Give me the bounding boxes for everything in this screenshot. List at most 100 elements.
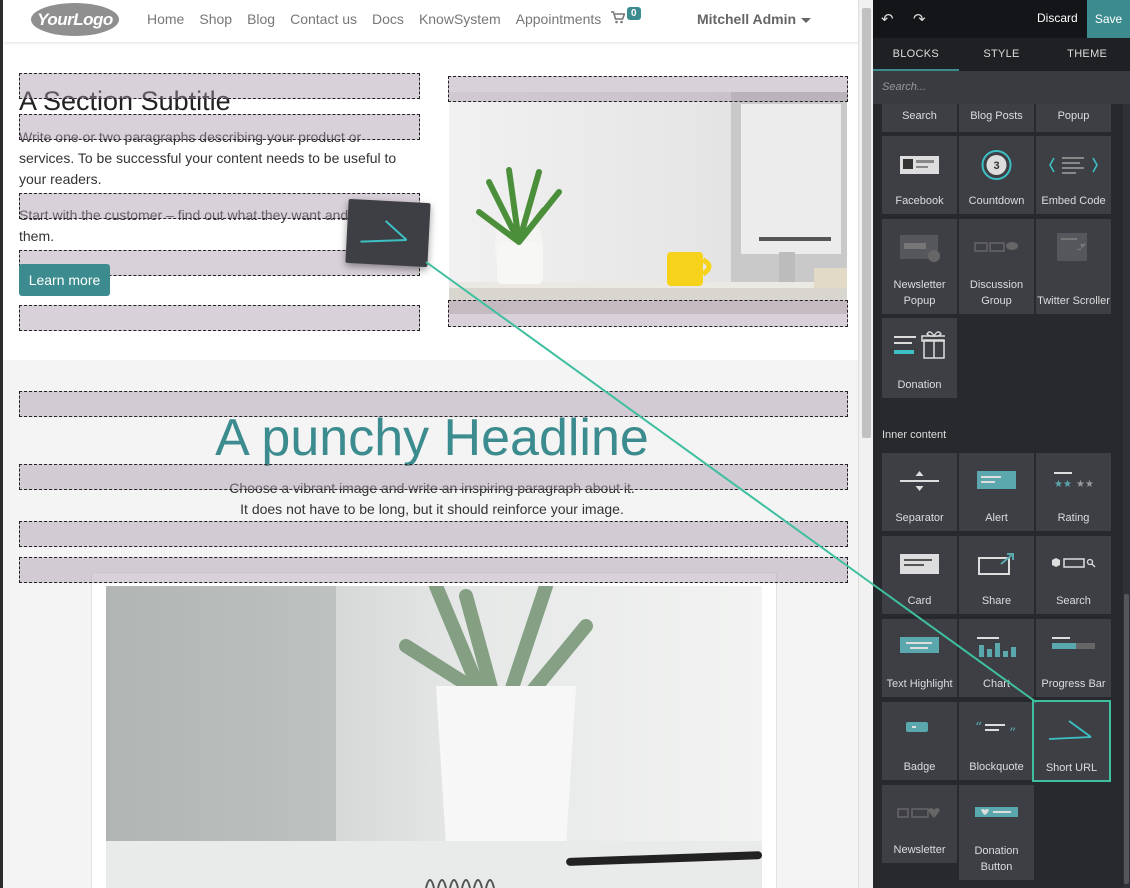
block-label: Search — [1056, 595, 1091, 607]
twitter-scroller-icon — [1057, 233, 1087, 261]
menu-contact-us[interactable]: Contact us — [290, 11, 357, 27]
cart-icon[interactable] — [611, 11, 626, 27]
block-discussion-group[interactable]: Discussion Group — [959, 219, 1034, 314]
block-label: Share — [981, 595, 1012, 607]
rating-icon: ★★ ★★ — [1054, 472, 1094, 490]
editor-tabs: BLOCKS STYLE THEME — [873, 38, 1130, 71]
editor-topbar: ↶ ↷ Discard Save — [873, 0, 1130, 38]
menu-blog[interactable]: Blog — [247, 11, 275, 27]
block-progress-bar[interactable]: Progress Bar — [1036, 619, 1111, 697]
scrollbar-thumb[interactable] — [862, 8, 871, 438]
blockquote-icon: “” — [975, 720, 1016, 742]
user-name: Mitchell Admin — [697, 11, 797, 27]
blocks-search-input[interactable]: Search... — [873, 71, 1130, 104]
panel-scrollbar[interactable] — [1123, 104, 1130, 888]
scrollbar-thumb[interactable] — [1124, 594, 1129, 884]
block-badge[interactable]: Badge — [882, 702, 957, 780]
discard-button[interactable]: Discard — [1037, 11, 1078, 25]
block-popup[interactable]: Popup — [1036, 104, 1111, 132]
block-label: Separator — [895, 512, 944, 524]
search-icon — [1052, 558, 1096, 568]
block-label: Twitter Scroller — [1037, 295, 1110, 307]
block-text-highlight[interactable]: Text Highlight — [882, 619, 957, 697]
short-url-icon — [1048, 720, 1092, 740]
block-search-dynamic[interactable]: Search — [882, 104, 957, 132]
block-label: Blockquote — [969, 761, 1024, 773]
menu-docs[interactable]: Docs — [372, 11, 404, 27]
block-label: Newsletter Popup — [893, 279, 946, 307]
embed-code-icon — [1049, 157, 1098, 174]
drop-zone — [448, 76, 848, 102]
block-embed-code[interactable]: Embed Code — [1036, 136, 1111, 214]
block-label: Popup — [1057, 110, 1090, 122]
block-rating[interactable]: ★★ ★★ Rating — [1036, 453, 1111, 531]
workspace-image[interactable] — [449, 92, 847, 314]
block-blog-posts[interactable]: Blog Posts — [959, 104, 1034, 132]
drop-zone — [19, 521, 848, 547]
svg-text:★★: ★★ — [1054, 479, 1072, 490]
plant-image[interactable] — [106, 586, 762, 888]
block-label: Donation Button — [974, 845, 1019, 873]
badge-icon — [906, 722, 928, 732]
donation-button-icon — [975, 807, 1018, 817]
progress-bar-icon — [1052, 637, 1095, 649]
chart-icon — [977, 637, 1016, 657]
countdown-icon: 3 — [981, 150, 1012, 180]
headline[interactable]: A punchy Headline — [3, 408, 858, 468]
caret-down-icon — [801, 17, 812, 23]
block-label: Card — [907, 595, 932, 607]
block-label: Chart — [983, 678, 1010, 690]
block-blockquote[interactable]: “” Blockquote — [959, 702, 1034, 780]
block-twitter-scroller[interactable]: Twitter Scroller — [1036, 219, 1111, 314]
card-icon — [900, 554, 939, 574]
menu-home[interactable]: Home — [147, 11, 184, 27]
cart-count-badge: 0 — [627, 7, 641, 20]
block-search[interactable]: Search — [1036, 536, 1111, 614]
drop-zone — [448, 300, 848, 327]
dragged-block-ghost[interactable] — [345, 198, 431, 268]
undo-icon[interactable]: ↶ — [881, 10, 894, 28]
menu-appointments[interactable]: Appointments — [516, 11, 602, 27]
save-button[interactable]: Save — [1087, 0, 1130, 38]
block-facebook[interactable]: Facebook — [882, 136, 957, 214]
main-menu: Home Shop Blog Contact us Docs KnowSyste… — [147, 11, 601, 27]
tab-theme[interactable]: THEME — [1044, 38, 1130, 71]
block-label: Badge — [903, 761, 936, 773]
svg-text:”: ” — [1009, 726, 1016, 742]
block-share[interactable]: Share — [959, 536, 1034, 614]
newsletter-popup-icon — [900, 235, 940, 262]
block-short-url[interactable]: Short URL — [1032, 700, 1111, 782]
block-label: Search — [902, 110, 937, 122]
tab-blocks[interactable]: BLOCKS — [873, 38, 959, 71]
headline-paragraph-line[interactable]: It does not have to be long, but it shou… — [3, 501, 858, 517]
website-canvas[interactable]: YourLogo Home Shop Blog Contact us Docs … — [0, 0, 858, 888]
website-scrollbar[interactable] — [858, 0, 873, 888]
tab-style[interactable]: STYLE — [959, 38, 1045, 71]
menu-knowsystem[interactable]: KnowSystem — [419, 11, 501, 27]
learn-more-button[interactable]: Learn more — [19, 264, 110, 296]
logo[interactable]: YourLogo — [31, 3, 119, 36]
menu-shop[interactable]: Shop — [199, 11, 232, 27]
drop-zone — [19, 73, 420, 99]
separator-icon — [900, 471, 939, 491]
block-newsletter[interactable]: Newsletter — [882, 785, 957, 863]
drop-zone — [19, 464, 848, 490]
block-countdown[interactable]: 3 Countdown — [959, 136, 1034, 214]
website-navbar: YourLogo Home Shop Blog Contact us Docs … — [3, 0, 858, 42]
block-label: Short URL — [1045, 762, 1098, 774]
alert-icon — [977, 471, 1016, 489]
block-separator[interactable]: Separator — [882, 453, 957, 531]
block-label: Countdown — [968, 195, 1025, 207]
user-menu[interactable]: Mitchell Admin — [697, 11, 812, 27]
block-alert[interactable]: Alert — [959, 453, 1034, 531]
drop-zone — [19, 391, 848, 417]
drop-zone — [19, 557, 848, 583]
block-chart[interactable]: Chart — [959, 619, 1034, 697]
text-highlight-icon — [900, 637, 939, 653]
redo-icon[interactable]: ↷ — [913, 10, 926, 28]
block-card[interactable]: Card — [882, 536, 957, 614]
svg-text:★★: ★★ — [1076, 479, 1094, 490]
block-newsletter-popup[interactable]: Newsletter Popup — [882, 219, 957, 314]
block-donation[interactable]: Donation — [882, 318, 957, 398]
block-donation-button[interactable]: Donation Button — [959, 785, 1034, 880]
